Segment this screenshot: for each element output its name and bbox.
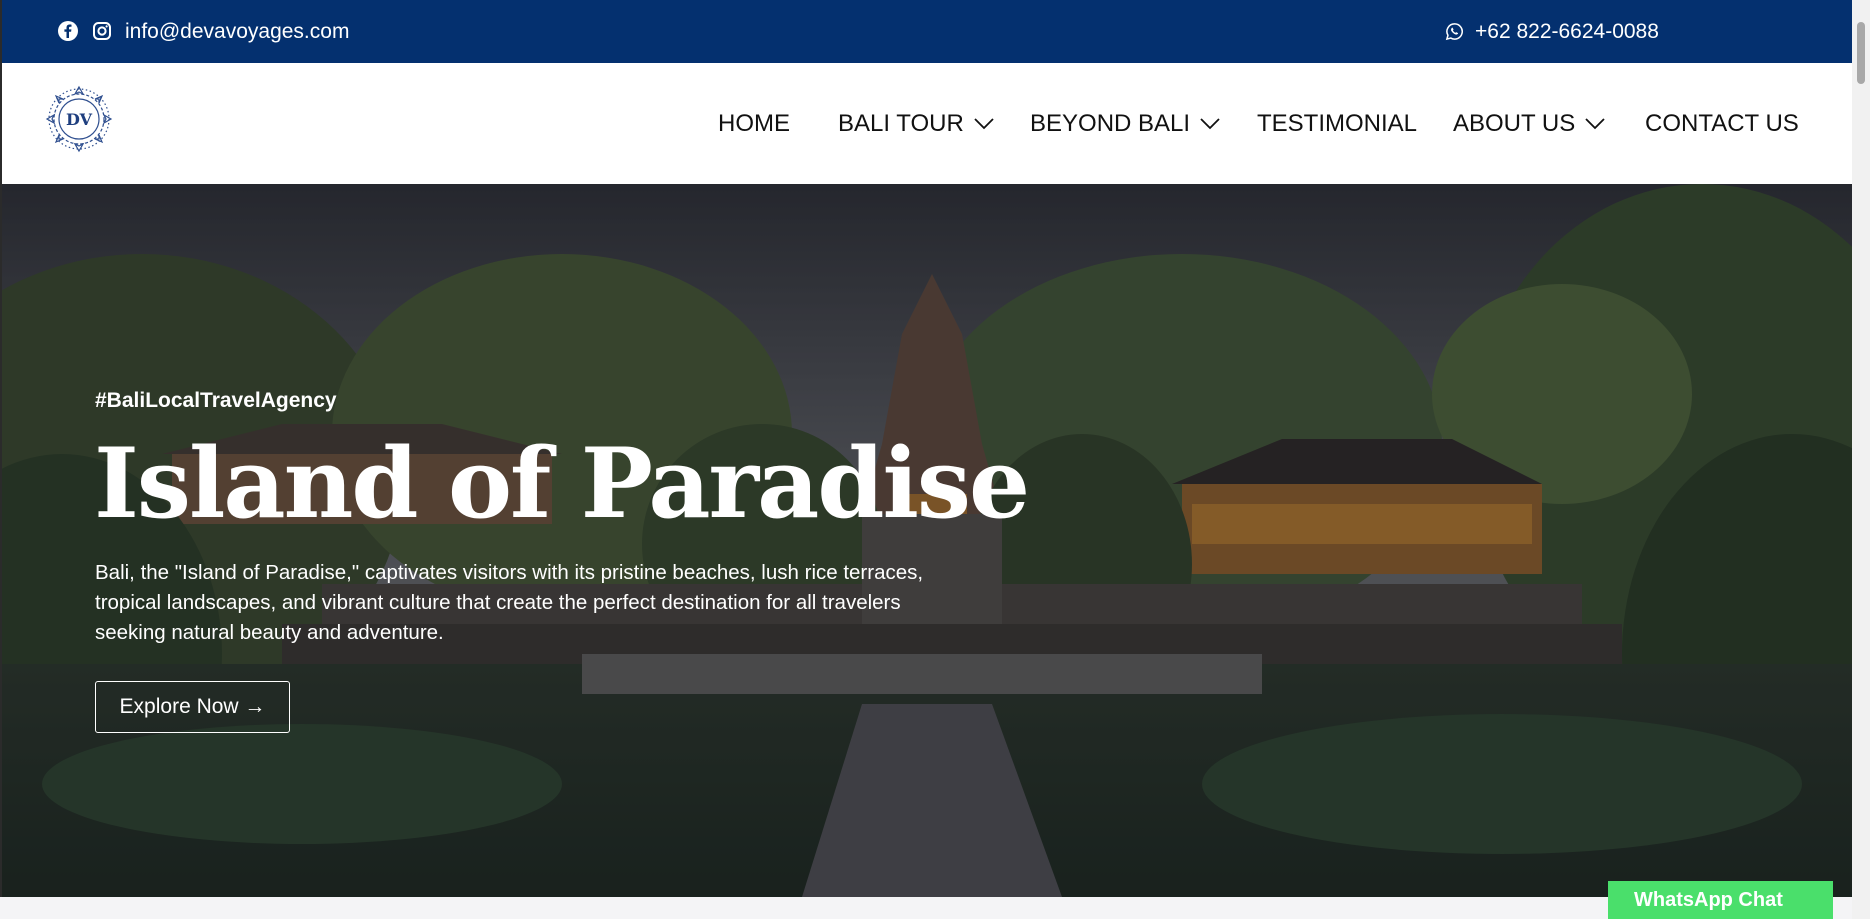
top-contact-bar: info@devavoyages.com +62 822-6624-0088 [2,0,1852,63]
hero-hashtag: #BaliLocalTravelAgency [95,389,337,412]
nav-item-contact-us[interactable]: CONTACT US [1645,109,1799,139]
scrollbar-thumb[interactable] [1857,22,1865,84]
nav-item-label: CONTACT US [1645,110,1799,137]
nav-item-about-us[interactable]: ABOUT US [1453,109,1605,139]
whatsapp-icon [1445,23,1463,41]
next-section-edge [0,897,1852,919]
chevron-down-icon [1200,118,1220,130]
nav-item-label: HOME [718,110,790,137]
vertical-scrollbar[interactable] [1852,0,1870,919]
main-nav: HOME BALI TOUR BEYOND BALI TESTIMONIAL A… [2,109,1852,139]
instagram-icon[interactable] [92,21,112,41]
chevron-down-icon [974,118,994,130]
site-header: DV HOME BALI TOUR BEYOND BALI TESTIMONIA… [2,63,1852,184]
contact-phone-link[interactable]: +62 822-6624-0088 [1475,19,1659,45]
whatsapp-chat-button[interactable]: WhatsApp Chat [1608,881,1833,919]
nav-item-bali-tour[interactable]: BALI TOUR [838,109,994,139]
contact-email-link[interactable]: info@devavoyages.com [125,19,349,45]
nav-item-label: BALI TOUR [838,110,964,137]
hero-title: Island of Paradise [94,427,1030,540]
nav-item-testimonial[interactable]: TESTIMONIAL [1257,109,1417,139]
nav-item-beyond-bali[interactable]: BEYOND BALI [1030,109,1220,139]
nav-item-label: TESTIMONIAL [1257,110,1418,137]
hero-section: #BaliLocalTravelAgency Island of Paradis… [2,184,1852,897]
hero-description: Bali, the "Island of Paradise," captivat… [95,561,924,644]
explore-now-button[interactable]: Explore Now → [95,681,290,733]
nav-item-label: ABOUT US [1453,110,1576,137]
nav-item-label: BEYOND BALI [1030,110,1191,137]
chevron-down-icon [1585,118,1605,130]
nav-item-home[interactable]: HOME [718,109,790,139]
facebook-icon[interactable] [58,21,78,41]
